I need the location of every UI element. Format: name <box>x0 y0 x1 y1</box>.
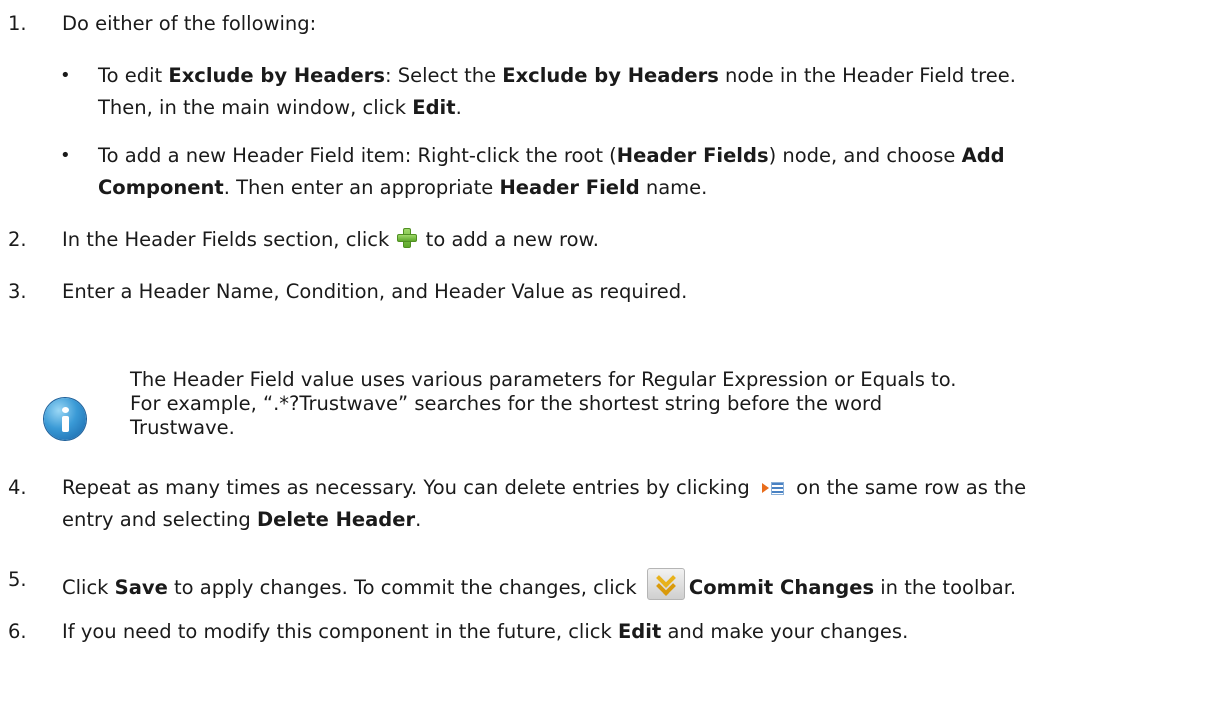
step-text: Enter a Header Name, Condition, and Head… <box>62 280 688 303</box>
step-number: 1. <box>8 12 27 35</box>
step-text: Do either of the following: <box>62 12 317 35</box>
note-line-3: Trustwave. <box>130 416 235 439</box>
step-4-line-2: entry and selecting Delete Header. <box>62 508 422 531</box>
step-number: 6. <box>8 620 27 643</box>
bullet-item-edit-line-2: Then, in the main window, click Edit. <box>98 96 462 119</box>
commit-changes-icon <box>646 568 685 600</box>
step-number: 4. <box>8 476 27 499</box>
plus-icon <box>397 228 418 248</box>
ui-term: Header Field <box>499 176 640 199</box>
ui-term: Save <box>114 576 168 599</box>
ui-term: Edit <box>617 620 662 643</box>
ui-term: Header Fields <box>616 144 769 167</box>
step-number: 2. <box>8 228 27 251</box>
ui-term: Delete Header <box>256 508 416 531</box>
bullet-item-add-line-2: Component. Then enter an appropriate Hea… <box>98 176 708 199</box>
step-text: In the Header Fields section, click to a… <box>62 228 599 251</box>
step-text: Click Save to apply changes. To commit t… <box>62 568 1016 600</box>
info-icon <box>44 398 86 440</box>
ui-term: Exclude by Headers <box>168 64 385 87</box>
ui-term: Add <box>961 144 1005 167</box>
step-number: 5. <box>8 568 27 591</box>
ui-term: Commit Changes <box>688 576 875 599</box>
bullet-icon: • <box>60 145 71 166</box>
step-number: 3. <box>8 280 27 303</box>
bullet-item-edit-line-1: To edit Exclude by Headers: Select the E… <box>98 64 1016 87</box>
note-line-1: The Header Field value uses various para… <box>130 368 957 391</box>
ui-term: Exclude by Headers <box>502 64 719 87</box>
ui-term: Edit <box>412 96 456 119</box>
document-page: { "steps": { "s1": { "num": "1.", "text"… <box>0 0 1228 705</box>
ui-term: Component <box>98 176 224 199</box>
row-menu-icon <box>761 481 784 495</box>
step-text: Repeat as many times as necessary. You c… <box>62 476 1027 499</box>
step-text: If you need to modify this component in … <box>62 620 909 643</box>
note-line-2: For example, “.*?Trustwave” searches for… <box>130 392 883 415</box>
bullet-icon: • <box>60 65 71 86</box>
bullet-item-add-line-1: To add a new Header Field item: Right-cl… <box>98 144 1005 167</box>
